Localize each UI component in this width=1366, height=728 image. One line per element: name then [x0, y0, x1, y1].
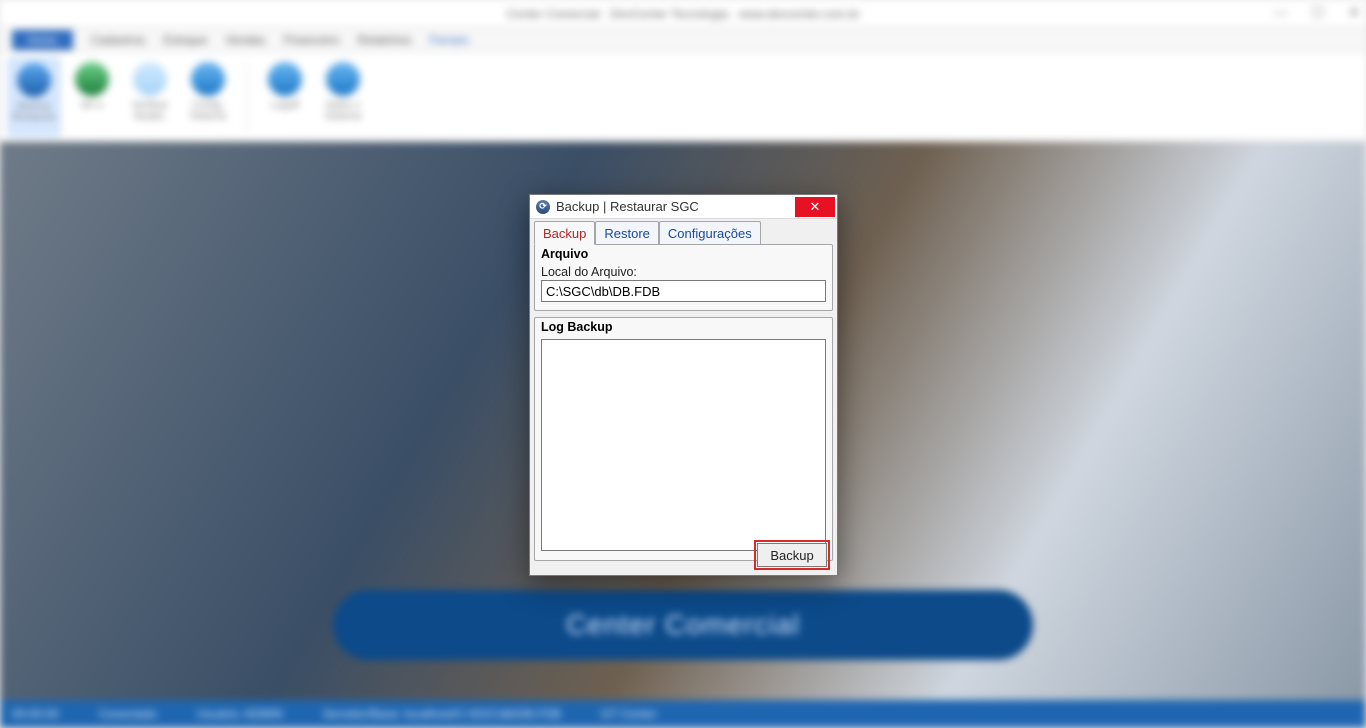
- status-conn: Conectado: [99, 707, 157, 721]
- ribbon: Backup Restaurar NF-e Verificar Atualiz.…: [0, 52, 1366, 142]
- ribbon-label: Sobre o Sistema: [317, 100, 369, 122]
- menu-item-vendas: Vendas: [225, 33, 265, 47]
- ribbon-label: Logoff: [271, 100, 299, 111]
- backup-button[interactable]: Backup: [757, 543, 827, 567]
- ribbon-label: Verificar Atualiz.: [124, 100, 176, 122]
- statusbar: 00:00:00 Conectado Usuário: ADMIN Servid…: [0, 700, 1366, 728]
- close-icon: ✕: [810, 199, 821, 215]
- group-arquivo-legend: Arquivo: [539, 247, 590, 261]
- menu-item-cadastros: Cadastros: [91, 33, 146, 47]
- file-path-input[interactable]: [541, 280, 826, 302]
- minimize-icon: —: [1274, 4, 1288, 21]
- ribbon-update: Verificar Atualiz.: [124, 58, 176, 136]
- update-icon: [133, 62, 167, 96]
- ribbon-separator: [246, 62, 247, 132]
- dialog-tabs: Backup Restore Configurações: [530, 219, 837, 245]
- dialog-close-button[interactable]: ✕: [795, 197, 835, 217]
- group-log-legend: Log Backup: [539, 320, 615, 334]
- menu-item-relatorios: Relatórios: [358, 33, 412, 47]
- dialog-title: Backup | Restaurar SGC: [556, 199, 699, 214]
- ribbon-label: NF-e: [81, 100, 103, 111]
- brand-logo-text: Center Comercial: [566, 609, 800, 641]
- tab-restore[interactable]: Restore: [595, 221, 659, 245]
- ribbon-label: Backup Restaurar: [9, 101, 59, 123]
- log-backup-textarea[interactable]: [541, 339, 826, 551]
- brand-pill: Center Comercial: [333, 590, 1033, 660]
- window-controls: — ☐ ✕: [1274, 4, 1360, 21]
- tab-backup[interactable]: Backup: [534, 221, 595, 245]
- logoff-icon: [268, 62, 302, 96]
- main-title: Center Comercial · DevCenter Tecnologia …: [506, 7, 859, 21]
- status-product: GT Center: [601, 707, 657, 721]
- menu-item-estoque: Estoque: [163, 33, 207, 47]
- tab-panel-backup: Arquivo Local do Arquivo: Log Backup: [530, 244, 837, 565]
- dialog-footer: Backup: [757, 543, 827, 567]
- dialog-app-icon: ⟳: [536, 200, 550, 214]
- group-arquivo: Arquivo Local do Arquivo:: [534, 244, 833, 311]
- ribbon-config: Config. Sistema: [182, 58, 234, 136]
- gear-icon: [191, 62, 225, 96]
- ribbon-backup: Backup Restaurar: [8, 58, 60, 136]
- menubar: Início Cadastros Estoque Vendas Financei…: [0, 28, 1366, 52]
- maximize-icon: ☐: [1312, 4, 1325, 21]
- ribbon-nfe: NF-e: [66, 58, 118, 136]
- info-icon: [326, 62, 360, 96]
- local-arquivo-label: Local do Arquivo:: [541, 265, 637, 279]
- db-icon: [17, 63, 51, 97]
- status-time: 00:00:00: [12, 707, 59, 721]
- backup-dialog: ⟳ Backup | Restaurar SGC ✕ Backup Restor…: [529, 194, 838, 576]
- close-icon: ✕: [1348, 4, 1360, 21]
- main-titlebar: Center Comercial · DevCenter Tecnologia …: [0, 0, 1366, 28]
- menu-item-inicio: Início: [12, 30, 73, 50]
- dialog-titlebar[interactable]: ⟳ Backup | Restaurar SGC ✕: [530, 195, 837, 219]
- ribbon-logoff: Logoff: [259, 58, 311, 136]
- status-server: Servidor/Base: localhost/C:\SGC\db\DB.FD…: [323, 707, 561, 721]
- menu-item-ferramentas: Ferram.: [430, 33, 472, 47]
- ribbon-label: Config. Sistema: [182, 100, 234, 122]
- status-user: Usuário: ADMIN: [197, 707, 283, 721]
- group-log: Log Backup: [534, 317, 833, 561]
- menu-item-financeiro: Financeiro: [283, 33, 339, 47]
- globe-icon: [75, 62, 109, 96]
- tab-config[interactable]: Configurações: [659, 221, 761, 245]
- ribbon-about: Sobre o Sistema: [317, 58, 369, 136]
